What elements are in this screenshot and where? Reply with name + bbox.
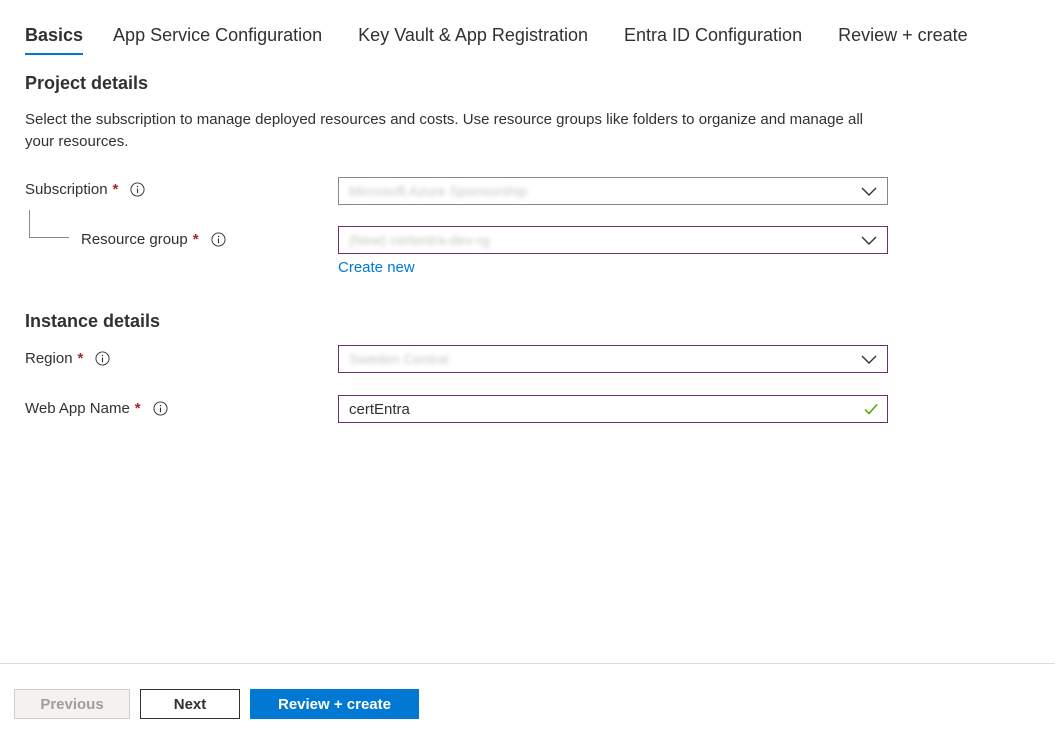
web-app-name-value: certEntra	[349, 400, 410, 418]
instance-details-title: Instance details	[25, 311, 161, 331]
create-new-resource-group-link[interactable]: Create new	[338, 259, 415, 276]
tab-key-vault-app-registration[interactable]: Key Vault & App Registration	[358, 22, 588, 58]
web-app-name-label: Web App Name	[25, 400, 130, 417]
checkmark-icon	[864, 404, 878, 415]
region-value: Sweden Central	[349, 351, 449, 367]
info-icon[interactable]	[130, 182, 145, 197]
tab-basics[interactable]: Basics	[25, 22, 84, 58]
chevron-down-icon	[861, 236, 877, 245]
footer-divider	[0, 663, 1055, 664]
review-create-button[interactable]: Review + create	[250, 689, 419, 719]
tab-review-create[interactable]: Review + create	[838, 22, 968, 58]
resource-group-dropdown[interactable]: (New) certentra-dev-rg	[338, 226, 888, 254]
subscription-label: Subscription	[25, 181, 108, 198]
chevron-down-icon	[861, 187, 877, 196]
required-mark: *	[192, 231, 199, 248]
subscription-dropdown[interactable]: Microsoft Azure Sponsorship	[338, 177, 888, 205]
resource-group-value: (New) certentra-dev-rg	[349, 232, 490, 248]
resource-group-label-row: Resource group *	[81, 231, 226, 248]
tab-app-service-configuration[interactable]: App Service Configuration	[113, 22, 322, 58]
resource-group-label: Resource group	[81, 231, 188, 248]
info-icon[interactable]	[211, 232, 226, 247]
tree-connector	[29, 210, 69, 238]
region-label: Region	[25, 350, 73, 367]
previous-button[interactable]: Previous	[14, 689, 130, 719]
chevron-down-icon	[861, 355, 877, 364]
subscription-label-row: Subscription *	[25, 181, 145, 198]
info-icon[interactable]	[95, 351, 110, 366]
info-icon[interactable]	[153, 401, 168, 416]
subscription-value: Microsoft Azure Sponsorship	[349, 183, 528, 199]
next-button[interactable]: Next	[140, 689, 240, 719]
web-app-name-input[interactable]: certEntra	[338, 395, 888, 423]
required-mark: *	[77, 350, 84, 367]
create-web-app-basics-page: Basics App Service Configuration Key Vau…	[0, 0, 1055, 738]
wizard-tabs: Basics App Service Configuration Key Vau…	[25, 22, 1004, 58]
required-mark: *	[134, 400, 141, 417]
project-details-description: Select the subscription to manage deploy…	[25, 111, 863, 150]
required-mark: *	[112, 181, 119, 198]
tab-entra-id-configuration[interactable]: Entra ID Configuration	[624, 22, 802, 58]
project-details-title: Project details	[25, 73, 149, 93]
web-app-name-label-row: Web App Name *	[25, 400, 168, 417]
region-dropdown[interactable]: Sweden Central	[338, 345, 888, 373]
region-label-row: Region *	[25, 350, 110, 367]
